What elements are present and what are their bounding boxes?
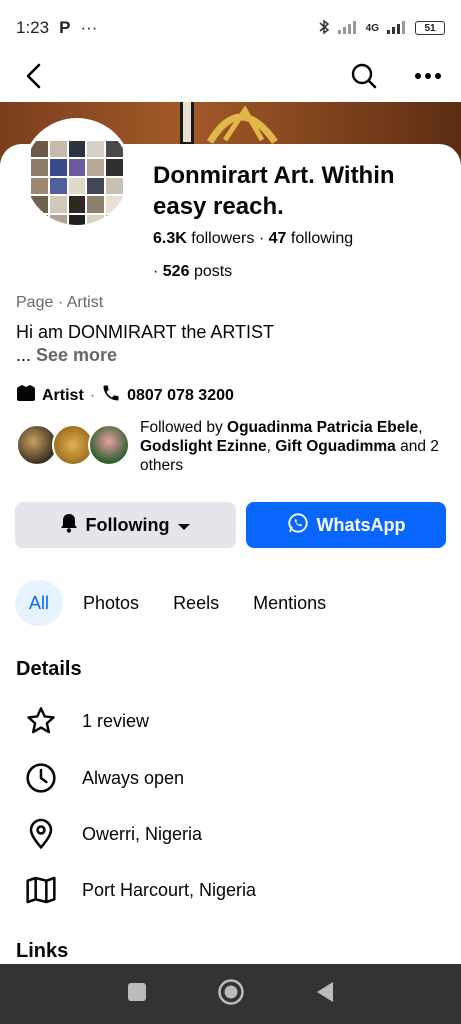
whatsapp-button[interactable]: WhatsApp: [246, 502, 446, 548]
page-type: Artist: [42, 386, 84, 404]
page-title: Donmirart Art. Within easy reach.: [153, 162, 395, 220]
system-nav-bar: [0, 964, 461, 1024]
search-icon: [351, 63, 377, 89]
whatsapp-icon: [287, 512, 309, 539]
followers-count[interactable]: 6.3K: [153, 230, 187, 247]
details-heading: Details: [16, 658, 82, 680]
detail-service-area[interactable]: Port Harcourt, Nigeria: [22, 871, 256, 909]
caret-down-icon: [177, 515, 191, 536]
star-icon: [22, 702, 60, 740]
following-label[interactable]: following: [291, 230, 353, 247]
followed-by-section[interactable]: Followed by Oguadinma Patricia Ebele, Go…: [16, 418, 446, 475]
profile-avatar[interactable]: [22, 118, 132, 228]
more-button[interactable]: [413, 61, 443, 91]
bluetooth-icon: [318, 19, 330, 38]
detail-location[interactable]: Owerri, Nigeria: [22, 815, 202, 853]
whatsapp-label: WhatsApp: [316, 514, 406, 535]
map-icon: [22, 871, 60, 909]
battery-icon: 51: [415, 21, 445, 35]
app-indicator: P: [59, 18, 71, 37]
home-button[interactable]: [217, 978, 245, 1011]
clapperboard-icon: [16, 384, 36, 407]
info-row: Artist · 0807 078 3200: [16, 383, 234, 408]
mutual-avatars: [16, 424, 130, 466]
page-bio: Hi am DONMIRART the ARTIST ... See more: [16, 322, 275, 365]
tab-reels[interactable]: Reels: [159, 580, 233, 626]
following-count[interactable]: 47: [269, 230, 287, 247]
posts-stats: · 526 posts: [153, 263, 233, 280]
system-back-button[interactable]: [315, 981, 335, 1008]
back-button[interactable]: [18, 61, 48, 91]
square-icon: [127, 982, 146, 1001]
bell-icon: [60, 513, 78, 538]
triangle-back-icon: [316, 981, 333, 1002]
clock-icon: [22, 759, 60, 797]
tab-all[interactable]: All: [15, 580, 64, 626]
status-bar: 1:23 P ··· 4G 51: [0, 0, 461, 56]
tab-photos[interactable]: Photos: [69, 580, 153, 626]
avatar-collage: [31, 141, 123, 225]
location-text: Owerri, Nigeria: [82, 823, 203, 844]
phone-number[interactable]: 0807 078 3200: [127, 387, 234, 405]
bio-text: Hi am DONMIRART the ARTIST: [16, 322, 275, 342]
service-area-text: Port Harcourt, Nigeria: [82, 879, 257, 900]
following-label: Following: [85, 514, 170, 535]
signal-icon: [337, 20, 358, 37]
home-circle-icon: [217, 978, 244, 1005]
top-nav: [0, 50, 461, 102]
search-button[interactable]: [349, 61, 379, 91]
posts-label: posts: [193, 263, 233, 280]
see-more-link[interactable]: See more: [36, 345, 117, 365]
links-heading: Links: [16, 940, 69, 962]
content-tabs: All Photos Reels Mentions: [15, 580, 346, 626]
hours-text: Always open: [82, 767, 185, 788]
status-time: 1:23: [16, 18, 50, 37]
following-button[interactable]: Following: [15, 502, 236, 548]
page-category: Page · Artist: [16, 294, 104, 311]
followers-label[interactable]: followers: [191, 230, 254, 247]
tab-mentions[interactable]: Mentions: [239, 580, 340, 626]
posts-count: 526: [162, 263, 190, 280]
detail-hours[interactable]: Always open: [22, 759, 184, 797]
phone-icon: [101, 383, 121, 408]
more-horizontal-icon: [415, 73, 441, 79]
network-type: 4G: [365, 22, 379, 34]
mutual-friend-name: Godslight Ezinne: [140, 438, 267, 455]
avatar: [88, 424, 130, 466]
location-pin-icon: [22, 815, 60, 853]
reviews-text: 1 review: [82, 710, 150, 731]
mutual-friend-name: Gift Oguadimma: [275, 438, 396, 455]
status-more: ···: [80, 18, 98, 37]
followed-by-text: Followed by Oguadinma Patricia Ebele, Go…: [140, 419, 439, 474]
signal-icon-2: [387, 20, 407, 37]
detail-reviews[interactable]: 1 review: [22, 702, 149, 740]
chevron-left-icon: [26, 63, 41, 89]
recent-apps-button[interactable]: [127, 982, 147, 1007]
mutual-friend-name: Oguadinma Patricia Ebele: [227, 419, 419, 436]
follow-stats: 6.3K followers · 47 following: [153, 230, 354, 247]
cover-logo-graphic: [180, 102, 278, 148]
